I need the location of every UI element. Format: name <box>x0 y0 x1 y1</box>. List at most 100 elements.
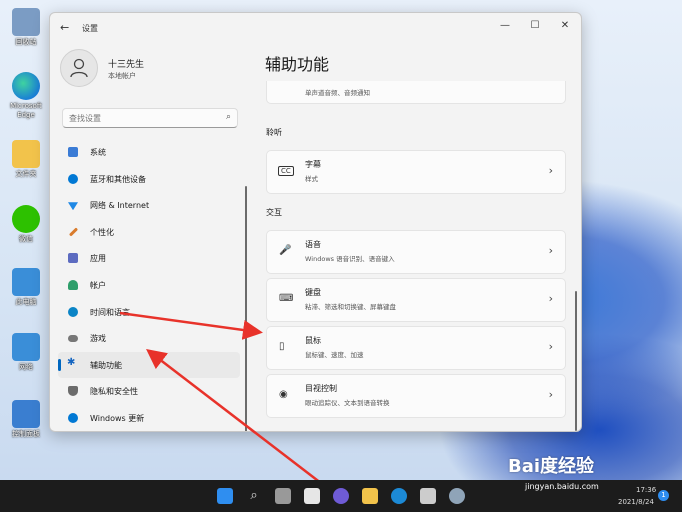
sidebar-item-apps[interactable]: 应用 <box>58 245 240 272</box>
start-icon[interactable] <box>217 488 233 504</box>
chevron-right-icon: › <box>548 340 553 353</box>
sidebar-item-label: 帐户 <box>90 280 106 290</box>
desktop-icon-recycle-bin[interactable]: 回收站 <box>6 8 46 47</box>
desktop-icon-label: Microsoft Edge <box>10 102 42 119</box>
account-type: 本地帐户 <box>108 72 136 80</box>
card-title: 目视控制 <box>305 384 337 393</box>
close-button[interactable]: ✕ <box>556 18 574 34</box>
content-scrollbar[interactable] <box>575 291 577 431</box>
section-hearing: 聆听 <box>266 128 282 137</box>
globe-icon <box>68 306 78 317</box>
maximize-button[interactable]: ☐ <box>526 18 544 34</box>
clock-time[interactable]: 17:36 <box>636 486 656 494</box>
widgets-icon[interactable] <box>304 488 320 504</box>
desktop-icon-label: 网络 <box>19 363 33 371</box>
desktop-icon-wechat[interactable]: 微信 <box>6 205 46 244</box>
search-input[interactable] <box>67 111 221 126</box>
card-subtitle: 单声道音频、音频通知 <box>305 89 370 97</box>
network-icon <box>12 333 40 361</box>
sidebar-item-label: 系统 <box>90 148 106 157</box>
sidebar-nav: 系统 蓝牙和其他设备 网络 & Internet 个性化 应用 帐户 时间和语言… <box>58 139 240 431</box>
sidebar-item-label: 辅助功能 <box>90 360 122 370</box>
captions-card[interactable]: CC 字幕 样式 › <box>266 150 566 194</box>
user-name: 十三先生 <box>108 60 145 70</box>
speech-card[interactable]: 🎤 语音 Windows 语音识别、语音键入 › <box>266 230 566 274</box>
sidebar-item-label: 个性化 <box>90 227 114 237</box>
file-explorer-icon[interactable] <box>362 488 378 504</box>
clock-date[interactable]: 2021/8/24 <box>618 498 654 506</box>
sidebar-item-personalization[interactable]: 个性化 <box>58 219 240 246</box>
eye-control-card[interactable]: ◉ 目视控制 眼动追踪仪、文本到语音转换 › <box>266 374 566 418</box>
sidebar-item-label: 应用 <box>90 254 106 264</box>
microphone-icon: 🎤 <box>279 245 292 256</box>
sidebar: 十三先生 本地帐户 ⌕ 系统 蓝牙和其他设备 网络 & Internet 个性化 <box>50 41 250 431</box>
sidebar-item-accounts[interactable]: 帐户 <box>58 272 240 299</box>
brush-icon <box>68 227 79 237</box>
desktop-icon-edge[interactable]: Microsoft Edge <box>6 72 46 120</box>
edge-icon[interactable] <box>391 488 407 504</box>
desktop-icon-network[interactable]: 网络 <box>6 333 46 372</box>
settings-gear-icon[interactable] <box>449 488 465 504</box>
mouse-card[interactable]: ▯ 鼠标 鼠标键、速度、加速 › <box>266 326 566 370</box>
gamepad-icon <box>68 335 78 343</box>
shield-icon <box>68 386 78 397</box>
title-bar: ← 设置 — ☐ ✕ <box>50 13 581 41</box>
card-title: 语音 <box>305 240 321 249</box>
desktop-icon-label: 控制面板 <box>12 430 40 438</box>
baidu-watermark: Bai度经验 <box>508 456 595 477</box>
desktop-icon-folder[interactable]: 文件夹 <box>6 140 46 179</box>
sidebar-item-network[interactable]: 网络 & Internet <box>58 192 240 219</box>
main-content: 辅助功能 单声道音频、音频通知 聆听 CC 字幕 样式 › 交互 🎤 语音 Wi… <box>260 41 581 431</box>
card-subtitle: 眼动追踪仪、文本到语音转换 <box>305 399 390 407</box>
notification-badge[interactable]: 1 <box>658 490 669 501</box>
audio-card[interactable]: 单声道音频、音频通知 <box>266 81 566 104</box>
sidebar-item-time-language[interactable]: 时间和语言 <box>58 299 240 326</box>
bluetooth-icon <box>68 173 78 184</box>
store-icon[interactable] <box>420 488 436 504</box>
avatar[interactable] <box>60 49 98 87</box>
settings-window: ← 设置 — ☐ ✕ 十三先生 本地帐户 ⌕ 系统 蓝牙和其他设备 <box>49 12 582 432</box>
card-title: 字幕 <box>305 160 321 169</box>
sidebar-item-system[interactable]: 系统 <box>58 139 240 166</box>
search-icon[interactable]: ⌕ <box>226 112 231 122</box>
card-subtitle: Windows 语音识别、语音键入 <box>305 255 395 263</box>
desktop-icon-label: 回收站 <box>15 38 37 46</box>
minimize-button[interactable]: — <box>496 18 514 34</box>
recycle-bin-icon <box>12 8 40 36</box>
sidebar-item-label: 时间和语言 <box>90 307 130 317</box>
section-interaction: 交互 <box>266 208 282 217</box>
desktop-icon-this-pc[interactable]: 此电脑 <box>6 268 46 307</box>
cc-icon: CC <box>278 166 294 176</box>
sidebar-item-windows-update[interactable]: Windows 更新 <box>58 405 240 431</box>
search-icon[interactable]: ⌕ <box>246 488 262 504</box>
card-subtitle: 鼠标键、速度、加速 <box>305 351 364 359</box>
card-subtitle: 样式 <box>305 175 318 183</box>
search-box[interactable]: ⌕ <box>62 108 238 128</box>
sidebar-item-privacy[interactable]: 隐私和安全性 <box>58 378 240 405</box>
keyboard-icon: ⌨ <box>279 293 294 304</box>
watermark-url: jingyan.baidu.com <box>525 482 599 491</box>
sidebar-scrollbar[interactable] <box>245 186 247 431</box>
desktop-icon-control-panel[interactable]: 控制面板 <box>6 400 46 439</box>
card-subtitle: 粘滞、筛选和切换键、屏幕键盘 <box>305 303 396 311</box>
chevron-right-icon: › <box>548 388 553 401</box>
sidebar-item-label: 隐私和安全性 <box>90 387 138 397</box>
keyboard-card[interactable]: ⌨ 键盘 粘滞、筛选和切换键、屏幕键盘 › <box>266 278 566 322</box>
sidebar-item-gaming[interactable]: 游戏 <box>58 325 240 352</box>
chat-icon[interactable] <box>333 488 349 504</box>
wifi-icon <box>68 202 78 211</box>
back-arrow-icon[interactable]: ← <box>60 21 69 34</box>
edge-icon <box>12 72 40 100</box>
page-title: 辅助功能 <box>265 55 330 74</box>
sidebar-item-bluetooth[interactable]: 蓝牙和其他设备 <box>58 166 240 193</box>
window-title: 设置 <box>82 24 98 33</box>
mouse-icon: ▯ <box>279 341 285 352</box>
active-indicator <box>58 358 61 371</box>
card-title: 键盘 <box>305 288 321 297</box>
person-icon <box>70 58 88 78</box>
sidebar-item-label: 蓝牙和其他设备 <box>90 174 146 184</box>
sidebar-item-accessibility[interactable]: ✱ 辅助功能 <box>58 351 240 379</box>
update-icon <box>68 412 78 423</box>
accessibility-icon: ✱ <box>67 356 76 368</box>
task-view-icon[interactable] <box>275 488 291 504</box>
